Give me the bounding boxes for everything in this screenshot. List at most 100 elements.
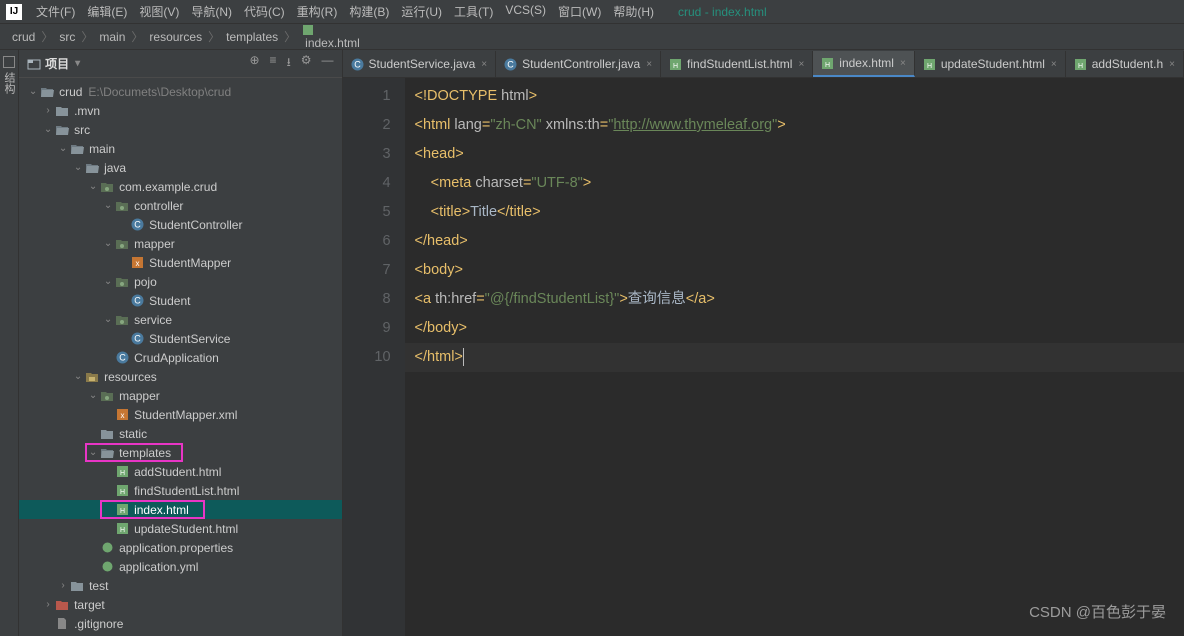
breadcrumb-item[interactable]: src <box>57 30 77 44</box>
tree-node[interactable]: static <box>19 424 341 443</box>
project-tree[interactable]: ⌄crudE:\Documets\Desktop\crud›.mvn⌄src⌄m… <box>19 78 341 636</box>
menu-item[interactable]: 重构(R) <box>291 3 344 20</box>
tree-node[interactable]: HfindStudentList.html <box>19 481 341 500</box>
tree-node[interactable]: ⌄crudE:\Documets\Desktop\crud <box>19 82 341 101</box>
code-line[interactable]: <!DOCTYPE html> <box>405 82 1184 111</box>
code-line[interactable]: <title>Title</title> <box>405 198 1184 227</box>
tree-arrow-icon[interactable]: ⌄ <box>72 371 84 382</box>
menu-item[interactable]: 运行(U) <box>395 3 448 20</box>
tree-node[interactable]: xStudentMapper.xml <box>19 405 341 424</box>
tree-node[interactable]: ⌄pojo <box>19 272 341 291</box>
breadcrumb-item[interactable]: templates <box>224 30 280 44</box>
settings-icon[interactable]: ⚙ <box>301 53 312 74</box>
select-opened-file-icon[interactable]: ⊕ <box>249 53 259 74</box>
svg-text:C: C <box>507 59 514 69</box>
breadcrumb-item[interactable]: crud <box>10 30 37 44</box>
tree-arrow-icon[interactable]: › <box>57 580 69 591</box>
tree-arrow-icon[interactable]: › <box>42 599 54 610</box>
collapse-all-icon[interactable]: ⭳ <box>287 53 291 74</box>
code-line[interactable]: <a th:href="@{/findStudentList}">查询信息</a… <box>405 285 1184 314</box>
code-line[interactable]: <head> <box>405 140 1184 169</box>
tool-window-stripe[interactable]: 结构 <box>0 50 19 636</box>
editor-tab[interactable]: HfindStudentList.html× <box>661 51 813 77</box>
editor-tab[interactable]: CStudentService.java× <box>343 51 497 77</box>
tree-node[interactable]: CStudent <box>19 291 341 310</box>
menu-item[interactable]: 窗口(W) <box>552 3 607 20</box>
tree-arrow-icon[interactable]: ⌄ <box>102 238 114 249</box>
breadcrumb-item[interactable]: resources <box>147 30 204 44</box>
tree-node[interactable]: ⌄service <box>19 310 341 329</box>
close-icon[interactable]: × <box>481 59 487 70</box>
tree-node[interactable]: xStudentMapper <box>19 253 341 272</box>
tree-node[interactable]: ⌄src <box>19 120 341 139</box>
tree-node[interactable]: .gitignore <box>19 614 341 633</box>
code-content[interactable]: <!DOCTYPE html><html lang="zh-CN" xmlns:… <box>405 78 1184 636</box>
tree-arrow-icon[interactable]: ⌄ <box>27 86 39 97</box>
tree-arrow-icon[interactable]: ⌄ <box>87 181 99 192</box>
menu-item[interactable]: 工具(T) <box>448 3 499 20</box>
expand-all-icon[interactable]: ≡ <box>270 53 277 74</box>
tree-arrow-icon[interactable]: ⌄ <box>72 162 84 173</box>
code-line[interactable]: <meta charset="UTF-8"> <box>405 169 1184 198</box>
class-icon: C <box>504 58 517 71</box>
tree-arrow-icon[interactable]: ⌄ <box>102 276 114 287</box>
hide-icon[interactable]: — <box>322 53 334 74</box>
tree-node[interactable]: CStudentController <box>19 215 341 234</box>
menu-item[interactable]: 构建(B) <box>343 3 395 20</box>
menu-item[interactable]: 代码(C) <box>238 3 291 20</box>
tree-node[interactable]: ›test <box>19 576 341 595</box>
tree-label: templates <box>119 446 171 460</box>
tree-node[interactable]: ›target <box>19 595 341 614</box>
tree-arrow-icon[interactable]: ⌄ <box>102 314 114 325</box>
tree-node[interactable]: application.properties <box>19 538 341 557</box>
close-icon[interactable]: × <box>1169 59 1175 70</box>
window-title: crud - index.html <box>678 5 767 19</box>
tree-node[interactable]: ⌄resources <box>19 367 341 386</box>
editor-tab[interactable]: Hindex.html× <box>813 51 915 77</box>
code-line[interactable]: </html> <box>405 343 1184 372</box>
editor-tab[interactable]: HupdateStudent.html× <box>915 51 1066 77</box>
close-icon[interactable]: × <box>646 59 652 70</box>
editor-tab[interactable]: HaddStudent.h× <box>1066 51 1184 77</box>
tree-label: application.yml <box>119 560 198 574</box>
tree-node[interactable]: HaddStudent.html <box>19 462 341 481</box>
tree-node[interactable]: ⌄controller <box>19 196 341 215</box>
tree-node[interactable]: ⌄mapper <box>19 386 341 405</box>
menu-item[interactable]: 编辑(E) <box>81 3 133 20</box>
menu-item[interactable]: 视图(V) <box>133 3 185 20</box>
tree-label: addStudent.html <box>134 465 221 479</box>
tree-arrow-icon[interactable]: ⌄ <box>87 390 99 401</box>
tree-node[interactable]: ⌄com.example.crud <box>19 177 341 196</box>
breadcrumb-item[interactable]: index.html <box>300 24 362 50</box>
tree-arrow-icon[interactable]: ⌄ <box>102 200 114 211</box>
tree-arrow-icon[interactable]: ⌄ <box>42 124 54 135</box>
project-panel-title[interactable]: 项目 ▾ <box>27 55 249 72</box>
tree-arrow-icon[interactable]: ⌄ <box>57 143 69 154</box>
menu-item[interactable]: 文件(F) <box>30 3 81 20</box>
tree-node[interactable]: CCrudApplication <box>19 348 341 367</box>
menu-item[interactable]: VCS(S) <box>499 3 552 20</box>
menu-item[interactable]: 帮助(H) <box>607 3 660 20</box>
tree-arrow-icon[interactable]: ⌄ <box>87 447 99 458</box>
tree-node[interactable]: CStudentService <box>19 329 341 348</box>
code-editor[interactable]: 12345678910 <!DOCTYPE html><html lang="z… <box>343 78 1184 636</box>
close-icon[interactable]: × <box>798 59 804 70</box>
close-icon[interactable]: × <box>1051 59 1057 70</box>
tree-node[interactable]: ⌄ templates <box>19 443 341 462</box>
tree-node[interactable]: application.yml <box>19 557 341 576</box>
close-icon[interactable]: × <box>900 58 906 69</box>
tree-node[interactable]: ›.mvn <box>19 101 341 120</box>
code-line[interactable]: <html lang="zh-CN" xmlns:th="http://www.… <box>405 111 1184 140</box>
tree-node[interactable]: ⌄mapper <box>19 234 341 253</box>
tree-node[interactable]: HupdateStudent.html <box>19 519 341 538</box>
menu-item[interactable]: 导航(N) <box>185 3 238 20</box>
tree-node[interactable]: ⌄java <box>19 158 341 177</box>
breadcrumb-item[interactable]: main <box>97 30 127 44</box>
tree-node[interactable]: ⌄main <box>19 139 341 158</box>
tree-node[interactable]: Hindex.html <box>19 500 341 519</box>
code-line[interactable]: <body> <box>405 256 1184 285</box>
code-line[interactable]: </head> <box>405 227 1184 256</box>
editor-tab[interactable]: CStudentController.java× <box>496 51 661 77</box>
tree-arrow-icon[interactable]: › <box>42 105 54 116</box>
code-line[interactable]: </body> <box>405 314 1184 343</box>
